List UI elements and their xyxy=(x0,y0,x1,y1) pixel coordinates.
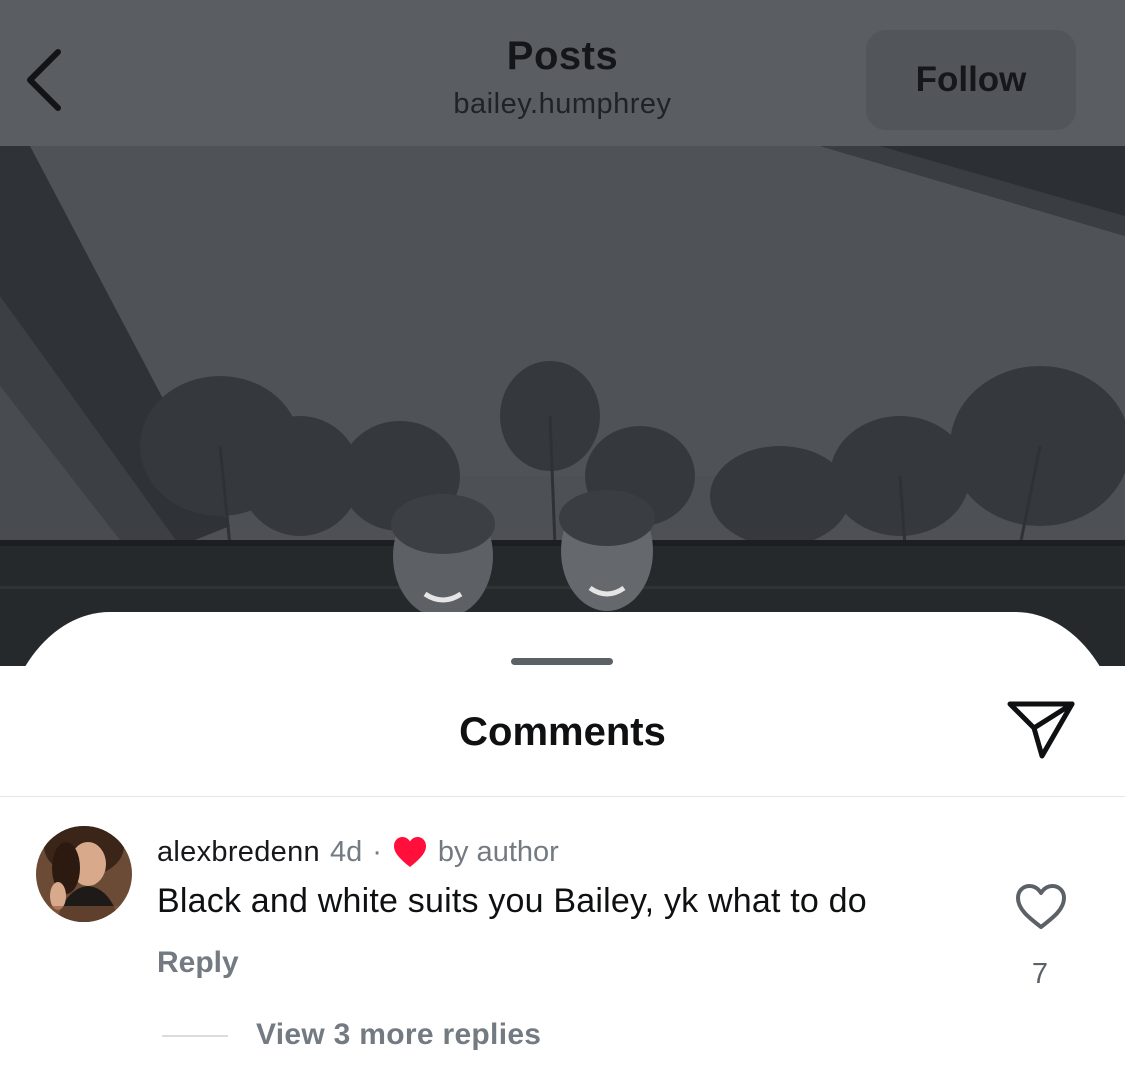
comments-title: Comments xyxy=(459,710,666,754)
screen: Posts bailey.humphrey Follow Comments al… xyxy=(0,0,1125,1085)
post-image[interactable] xyxy=(0,146,1125,666)
replies-divider xyxy=(162,1035,228,1037)
like-button[interactable] xyxy=(1014,882,1068,932)
like-count: 7 xyxy=(1031,958,1049,990)
sheet-divider xyxy=(0,796,1125,797)
avatar[interactable] xyxy=(36,826,132,922)
view-replies-button[interactable]: View 3 more replies xyxy=(256,1018,541,1052)
comment-time: 4d xyxy=(329,835,363,868)
heart-outline-icon xyxy=(1016,884,1066,929)
liked-by-author-label: by author xyxy=(437,835,559,868)
top-header: Posts bailey.humphrey Follow xyxy=(0,0,1125,146)
reply-button[interactable]: Reply xyxy=(157,946,239,980)
comment-username[interactable]: alexbredenn xyxy=(157,836,320,869)
share-button[interactable] xyxy=(1004,696,1078,764)
sheet-grabber[interactable] xyxy=(511,658,613,665)
comments-sheet: Comments alexbredenn 4d · by author Blac… xyxy=(0,612,1125,1085)
heart-filled-icon xyxy=(392,835,428,869)
comment-text: Black and white suits you Bailey, yk wha… xyxy=(157,882,867,920)
comment-meta: alexbredenn 4d · by author xyxy=(157,832,559,872)
meta-separator: · xyxy=(372,835,382,868)
follow-button[interactable]: Follow xyxy=(866,30,1076,130)
paper-plane-icon xyxy=(1007,701,1075,759)
